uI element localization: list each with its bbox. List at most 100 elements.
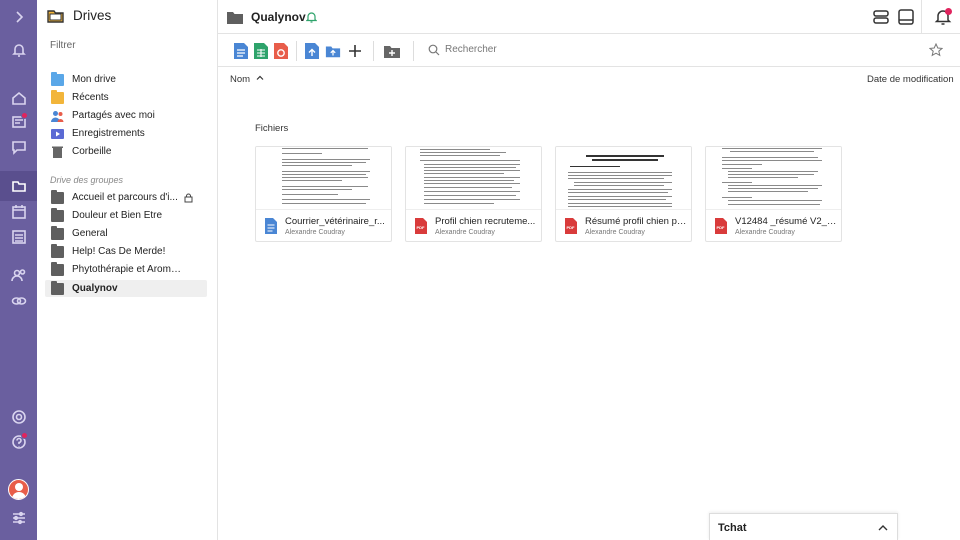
file-card[interactable]: PDF Résumé profil chien po... Alexandre … <box>555 146 692 242</box>
file-thumbnail <box>406 147 541 210</box>
search-input[interactable]: Rechercher <box>445 44 497 55</box>
drives-sidebar: Drives Filtrer Mon drive Récents Partagé… <box>37 0 218 540</box>
sidebar-item-mon-drive[interactable]: Mon drive <box>45 71 207 88</box>
file-name: V12484 _résumé V2_2... <box>735 216 837 227</box>
new-presentation-icon[interactable] <box>273 42 289 60</box>
sidebar-item-label: Accueil et parcours d'i... <box>72 192 178 203</box>
sidebar-item-label: Récents <box>72 92 109 103</box>
header: Qualynov <box>218 0 960 34</box>
chat-label: Tchat <box>718 522 747 534</box>
lock-icon <box>184 193 193 202</box>
svg-text:PDF: PDF <box>417 225 426 230</box>
sidebar-group-general[interactable]: General <box>45 225 207 242</box>
sliders-icon[interactable] <box>9 508 28 527</box>
folder-icon <box>51 280 64 295</box>
file-owner: Alexandre Coudray <box>285 229 345 236</box>
search-icon <box>428 44 440 56</box>
file-name: Courrier_vétérinaire_r... <box>285 216 385 227</box>
new-spreadsheet-icon[interactable] <box>253 42 269 60</box>
notification-dot <box>21 112 28 119</box>
folder-icon <box>51 207 64 222</box>
file-thumbnail <box>556 147 691 210</box>
chat-panel[interactable]: Tchat <box>709 513 898 540</box>
sort-by-date[interactable]: Date de modification <box>867 74 954 85</box>
folder-icon <box>227 12 243 24</box>
sidebar-group-help[interactable]: Help! Cas De Merde! <box>45 243 207 260</box>
chevron-right-icon[interactable] <box>9 7 28 26</box>
new-folder-icon[interactable] <box>383 42 401 60</box>
app-rail <box>0 0 37 540</box>
file-owner: Alexandre Coudray <box>735 229 795 236</box>
column-name-label: Nom <box>230 74 251 85</box>
star-icon[interactable] <box>929 43 943 57</box>
panel-toggle-icon[interactable] <box>897 8 915 26</box>
sidebar-item-shared[interactable]: Partagés avec moi <box>45 107 207 124</box>
sidebar-item-label: Enregistrements <box>72 128 145 139</box>
add-icon[interactable] <box>347 42 363 60</box>
toolbar: Rechercher <box>218 34 960 67</box>
sidebar-group-douleur[interactable]: Douleur et Bien Etre <box>45 207 207 224</box>
chevron-up-icon <box>256 75 264 80</box>
trash-icon <box>52 146 63 158</box>
link-icon[interactable] <box>9 291 28 310</box>
file-card[interactable]: PDF Profil chien recruteme... Alexandre … <box>405 146 542 242</box>
sidebar-item-label: Douleur et Bien Etre <box>72 210 163 221</box>
svg-text:PDF: PDF <box>567 225 576 230</box>
sidebar-item-trash[interactable]: Corbeille <box>45 143 207 160</box>
toolbar-separator <box>373 41 374 61</box>
folder-icon <box>51 71 64 86</box>
pdf-icon: PDF <box>565 218 577 234</box>
drive-icon[interactable] <box>0 171 37 201</box>
sidebar-group-qualynov[interactable]: Qualynov <box>45 280 207 297</box>
bell-outline-icon[interactable] <box>306 11 317 23</box>
sidebar-item-label: Partagés avec moi <box>72 110 155 121</box>
toolbar-separator <box>296 41 297 61</box>
filter-input[interactable]: Filtrer <box>50 40 76 51</box>
list-icon[interactable] <box>9 227 28 246</box>
home-icon[interactable] <box>9 88 28 107</box>
sidebar-title: Drives <box>73 8 112 23</box>
pdf-icon: PDF <box>715 218 727 234</box>
users-icon[interactable] <box>9 265 28 284</box>
file-owner: Alexandre Coudray <box>435 229 495 236</box>
drives-icon <box>47 10 64 23</box>
sidebar-item-label: Help! Cas De Merde! <box>72 246 166 257</box>
sidebar-item-recordings[interactable]: Enregistrements <box>45 125 207 142</box>
page-title: Qualynov <box>251 10 306 24</box>
upload-file-icon[interactable] <box>304 42 320 60</box>
group-drives-heading: Drive des groupes <box>50 175 124 185</box>
divider <box>921 0 922 34</box>
folder-icon <box>51 243 64 258</box>
avatar[interactable] <box>8 479 29 500</box>
files-section-title: Fichiers <box>255 123 289 134</box>
sort-by-name[interactable]: Nom <box>230 74 264 85</box>
sidebar-item-label: Phytothérapie et Aromat... <box>72 264 182 275</box>
file-card[interactable]: PDF V12484 _résumé V2_2... Alexandre Cou… <box>705 146 842 242</box>
sidebar-item-recents[interactable]: Récents <box>45 89 207 106</box>
settings-icon[interactable] <box>9 407 28 426</box>
folder-icon <box>51 261 64 276</box>
message-icon[interactable] <box>9 137 28 156</box>
pdf-icon: PDF <box>415 218 427 234</box>
bell-icon[interactable] <box>9 40 28 59</box>
notification-dot <box>945 8 952 15</box>
recording-icon <box>51 128 64 139</box>
file-thumbnail <box>706 147 841 210</box>
sidebar-group-accueil[interactable]: Accueil et parcours d'i... <box>45 189 207 206</box>
chevron-up-icon[interactable] <box>877 522 889 534</box>
new-document-icon[interactable] <box>233 42 249 60</box>
calendar-icon[interactable] <box>9 202 28 221</box>
storage-icon[interactable] <box>872 8 890 26</box>
notification-dot <box>21 432 28 439</box>
file-thumbnail <box>256 147 391 210</box>
file-owner: Alexandre Coudray <box>585 229 645 236</box>
sidebar-group-phyto[interactable]: Phytothérapie et Aromat... <box>45 261 207 278</box>
sidebar-header: Drives <box>47 8 111 23</box>
file-card[interactable]: Courrier_vétérinaire_r... Alexandre Coud… <box>255 146 392 242</box>
folder-icon <box>51 189 64 204</box>
sidebar-item-label: General <box>72 228 108 239</box>
toolbar-separator <box>413 41 414 61</box>
file-name: Résumé profil chien po... <box>585 216 687 227</box>
upload-folder-icon[interactable] <box>325 42 341 60</box>
sidebar-item-label: Qualynov <box>72 283 118 294</box>
